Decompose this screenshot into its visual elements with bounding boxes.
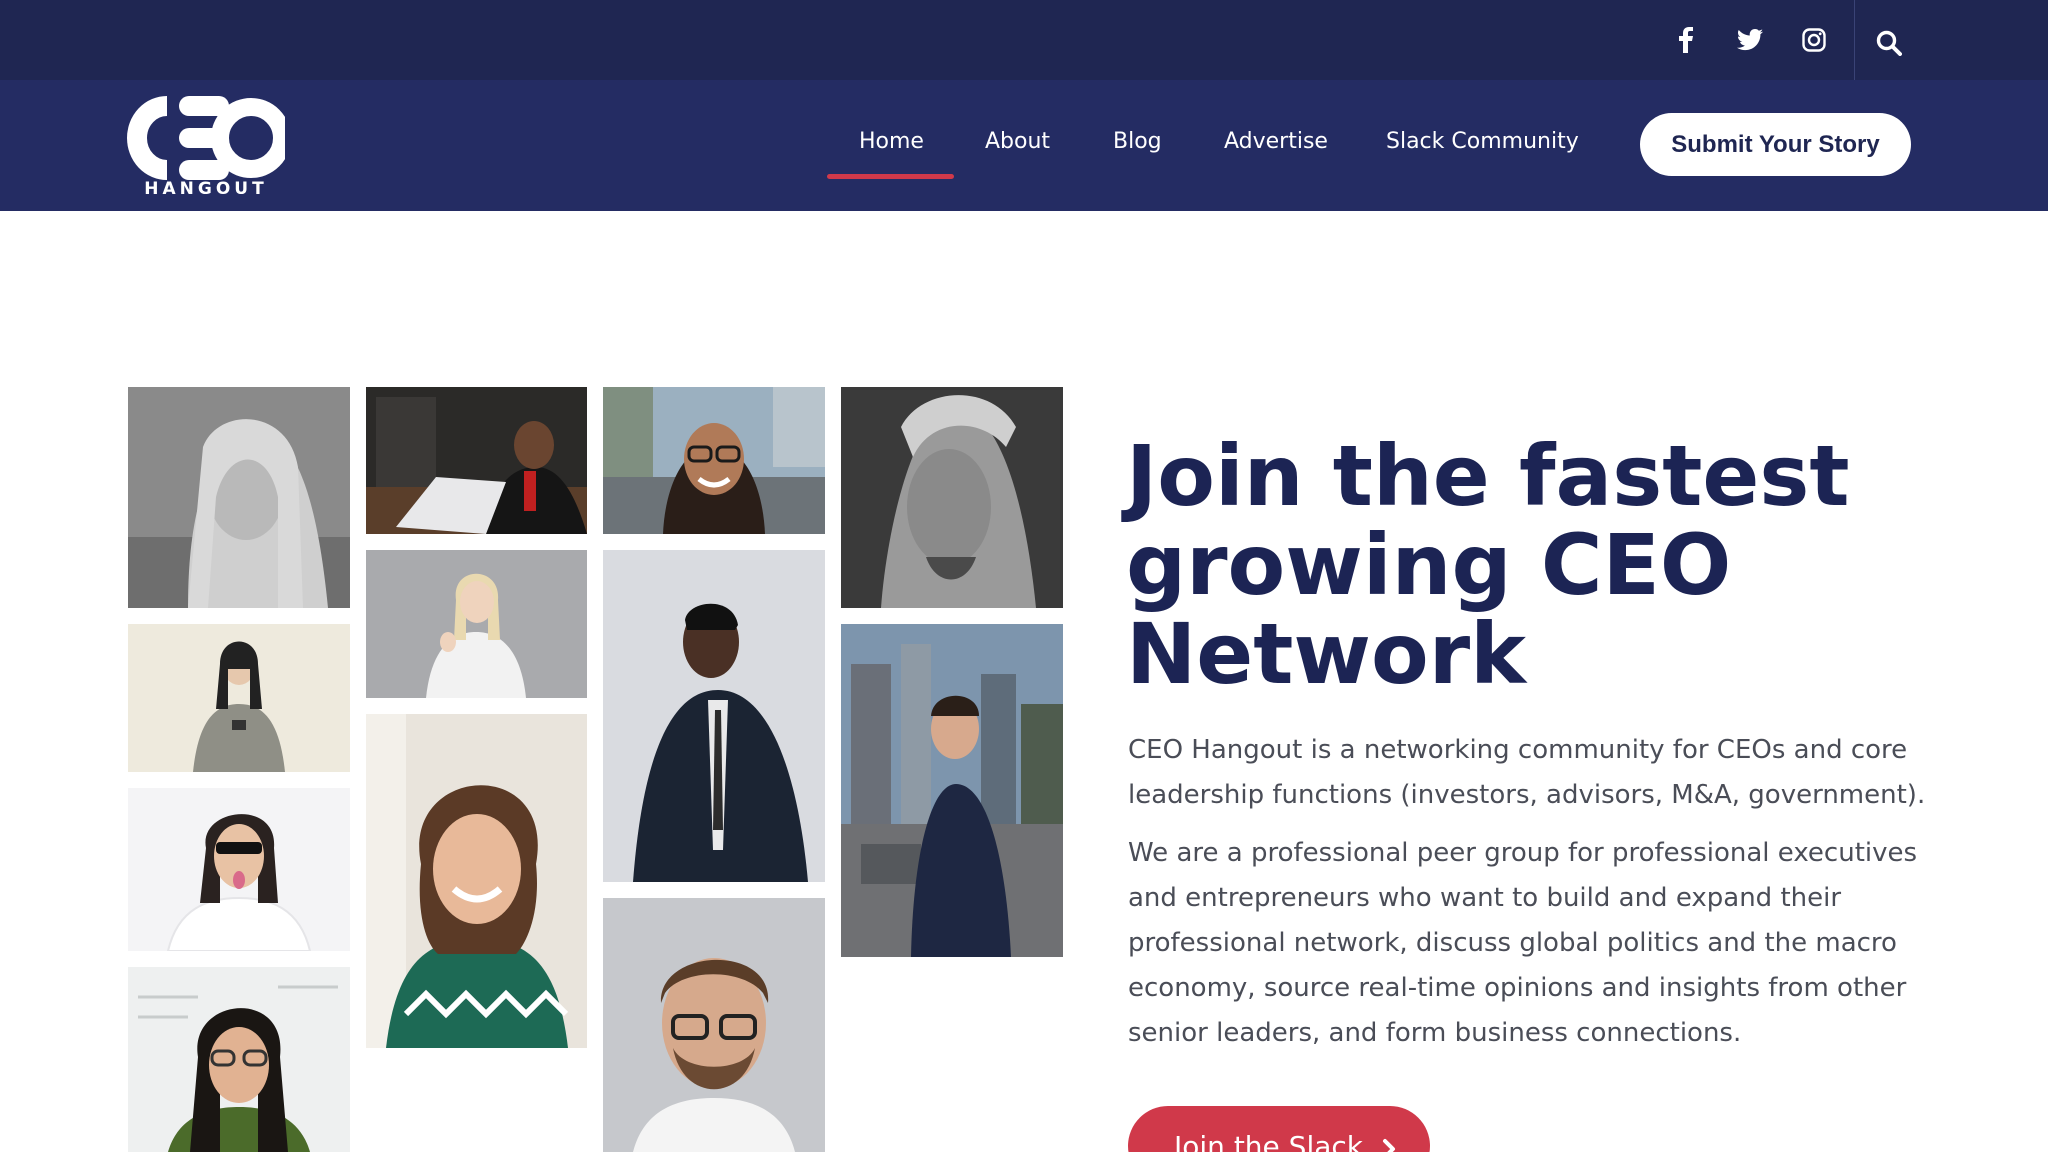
hero-title: Join the fastest growing CEO Network bbox=[1126, 427, 1850, 703]
facebook-icon[interactable] bbox=[1670, 24, 1702, 56]
instagram-icon[interactable] bbox=[1798, 24, 1830, 56]
member-photo bbox=[128, 387, 350, 608]
member-photo bbox=[841, 624, 1063, 957]
submit-your-story-button[interactable]: Submit Your Story bbox=[1640, 113, 1911, 176]
member-photo bbox=[366, 714, 587, 1048]
nav-advertise[interactable]: Advertise bbox=[1224, 124, 1328, 160]
active-nav-indicator bbox=[827, 174, 954, 179]
member-photo bbox=[603, 550, 825, 882]
member-photo bbox=[128, 967, 350, 1152]
topbar-divider bbox=[1854, 0, 1855, 80]
member-photo bbox=[603, 387, 825, 534]
member-photo bbox=[366, 550, 587, 698]
hero-description-paragraph: We are a professional peer group for pro… bbox=[1128, 838, 1918, 1048]
search-icon[interactable] bbox=[1872, 26, 1906, 60]
logo-subtitle: HANGOUT bbox=[144, 179, 267, 198]
logo[interactable]: HANGOUT bbox=[127, 94, 291, 199]
member-photo bbox=[128, 788, 350, 951]
join-the-slack-button[interactable]: Join the Slack bbox=[1128, 1106, 1430, 1152]
member-photo bbox=[128, 624, 350, 772]
member-photo bbox=[603, 898, 825, 1152]
hero-intro-paragraph: CEO Hangout is a networking community fo… bbox=[1128, 735, 1926, 810]
top-bar bbox=[0, 0, 2048, 80]
member-photo bbox=[841, 387, 1063, 608]
nav-blog[interactable]: Blog bbox=[1113, 124, 1162, 160]
nav-home[interactable]: Home bbox=[859, 124, 924, 160]
join-the-slack-label: Join the Slack bbox=[1174, 1130, 1363, 1152]
chevron-right-icon bbox=[1381, 1134, 1397, 1152]
nav-slack-community[interactable]: Slack Community bbox=[1386, 124, 1579, 160]
member-photo bbox=[366, 387, 587, 534]
twitter-icon[interactable] bbox=[1734, 24, 1766, 56]
nav-about[interactable]: About bbox=[985, 124, 1050, 160]
